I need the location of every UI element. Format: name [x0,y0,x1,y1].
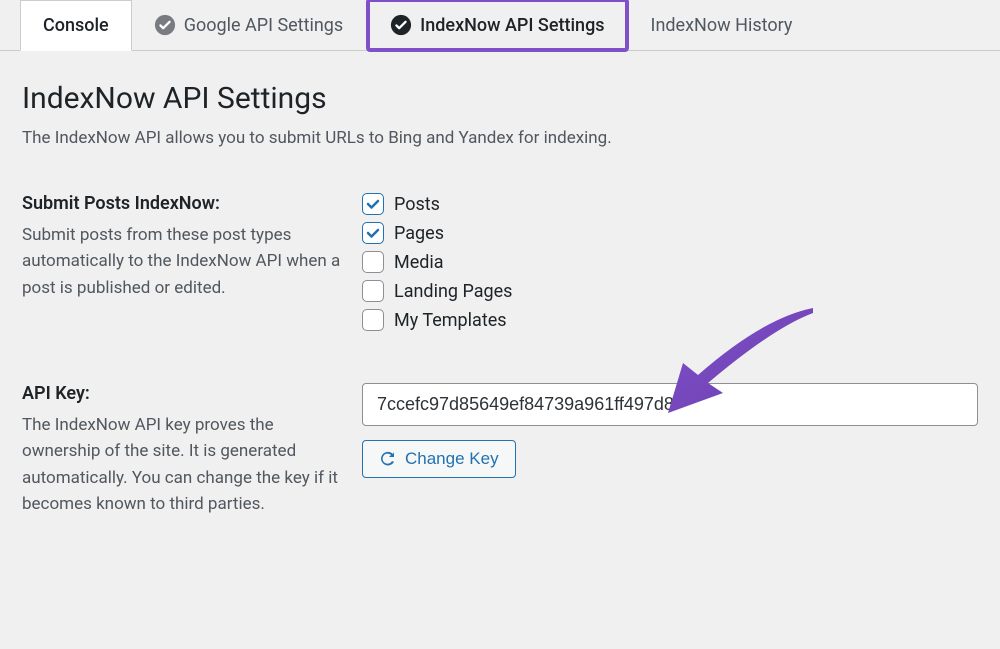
change-key-button[interactable]: Change Key [362,440,516,478]
checkbox-label: Pages [394,223,444,244]
checkbox-icon[interactable] [362,280,384,302]
checkbox-label: My Templates [394,310,507,331]
tab-google-api-settings[interactable]: Google API Settings [132,0,366,50]
checkbox-label: Landing Pages [394,281,512,302]
tab-indexnow-api-settings[interactable]: IndexNow API Settings [366,0,628,52]
page-title: IndexNow API Settings [22,81,978,116]
checkbox-media[interactable]: Media [362,251,978,273]
checkbox-label: Media [394,252,444,273]
setting-label: Submit Posts IndexNow: [22,193,342,214]
setting-submit-posts: Submit Posts IndexNow: Submit posts from… [22,193,978,338]
tabs-bar: Console Google API Settings IndexNow API… [0,0,1000,51]
tab-label: Google API Settings [184,15,343,36]
checkbox-pages[interactable]: Pages [362,222,978,244]
setting-help: Submit posts from these post types autom… [22,222,342,301]
checkbox-landing-pages[interactable]: Landing Pages [362,280,978,302]
check-circle-icon [154,14,176,36]
tab-label: Console [43,15,109,36]
checkbox-icon[interactable] [362,309,384,331]
refresh-icon [379,450,397,468]
checkbox-icon[interactable] [362,193,384,215]
checkbox-label: Posts [394,194,440,215]
checkbox-icon[interactable] [362,251,384,273]
tab-console[interactable]: Console [20,0,132,51]
tab-label: IndexNow History [651,15,793,36]
checkbox-my-templates[interactable]: My Templates [362,309,978,331]
settings-content: IndexNow API Settings The IndexNow API a… [0,51,1000,584]
tab-indexnow-history[interactable]: IndexNow History [629,0,816,50]
page-description: The IndexNow API allows you to submit UR… [22,128,978,148]
tab-label: IndexNow API Settings [420,15,604,36]
checkbox-posts[interactable]: Posts [362,193,978,215]
setting-label: API Key: [22,383,342,404]
setting-api-key: API Key: The IndexNow API key proves the… [22,383,978,517]
checkbox-icon[interactable] [362,222,384,244]
setting-help: The IndexNow API key proves the ownershi… [22,412,342,517]
check-circle-icon [390,14,412,36]
api-key-input[interactable] [362,383,978,426]
button-label: Change Key [405,449,499,469]
